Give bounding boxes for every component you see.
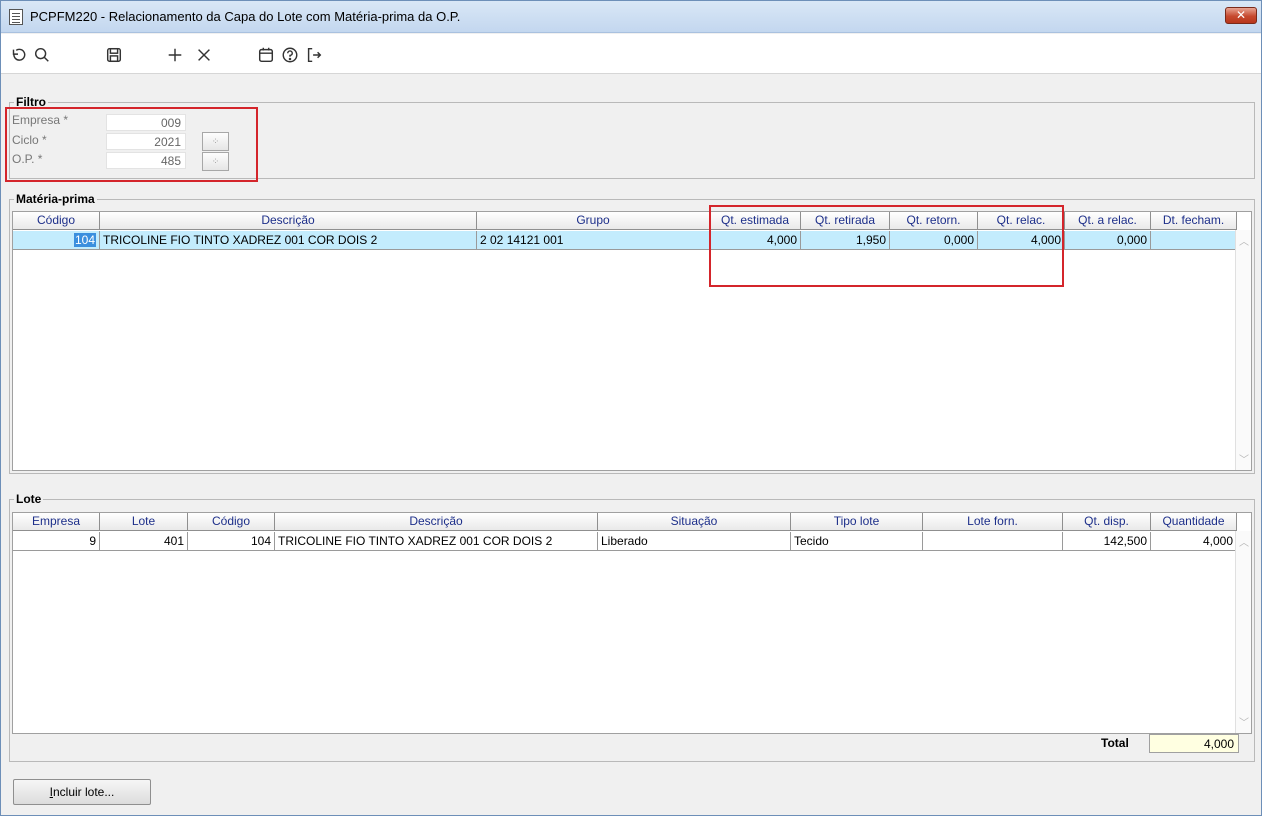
- col-tipo-lote[interactable]: Tipo lote: [791, 513, 923, 531]
- materia-prima-legend: Matéria-prima: [14, 192, 97, 206]
- main-window: PCPFM220 - Relacionamento da Capa do Lot…: [0, 0, 1262, 816]
- cell-quantidade[interactable]: 4,000: [1151, 532, 1237, 551]
- cell-dt-fecham[interactable]: [1151, 231, 1237, 250]
- cell-situacao[interactable]: Liberado: [598, 532, 791, 551]
- window-title: PCPFM220 - Relacionamento da Capa do Lot…: [30, 9, 461, 24]
- col-lote-forn[interactable]: Lote forn.: [923, 513, 1063, 531]
- total-value: 4,000: [1149, 734, 1239, 753]
- col-quantidade[interactable]: Quantidade: [1151, 513, 1237, 531]
- incluir-lote-label: ncluir lote...: [52, 785, 115, 799]
- scroll-down-icon[interactable]: ﹀: [1239, 714, 1249, 729]
- col-qt-disp[interactable]: Qt. disp.: [1063, 513, 1151, 531]
- col-empresa[interactable]: Empresa: [13, 513, 100, 531]
- search-icon[interactable]: [31, 44, 53, 66]
- incluir-lote-button[interactable]: Incluir lote...: [13, 779, 151, 805]
- col-situacao[interactable]: Situação: [598, 513, 791, 531]
- col-qt-a-relac[interactable]: Qt. a relac.: [1065, 212, 1151, 230]
- col-codigo[interactable]: Código: [13, 212, 100, 230]
- toolbar: [1, 34, 1261, 74]
- cell-codigo[interactable]: 104: [188, 532, 275, 551]
- cell-codigo[interactable]: 104: [13, 231, 100, 250]
- cell-empresa[interactable]: 9: [13, 532, 100, 551]
- filter-highlight-box: [5, 107, 258, 182]
- codigo-value: 104: [73, 233, 96, 247]
- materia-prima-group: Matéria-prima Código Descrição Grupo Qt.…: [9, 192, 1255, 474]
- scroll-up-icon[interactable]: ︿: [1239, 233, 1249, 248]
- lote-group: Lote Empresa Lote Código Descrição Situa…: [9, 492, 1255, 762]
- cell-qt-a-relac[interactable]: 0,000: [1065, 231, 1151, 250]
- scroll-up-icon[interactable]: ︿: [1239, 534, 1249, 549]
- quantities-highlight-box: [709, 205, 1064, 287]
- help-icon[interactable]: [279, 44, 301, 66]
- cell-lote-forn[interactable]: [923, 532, 1063, 551]
- cell-descricao[interactable]: TRICOLINE FIO TINTO XADREZ 001 COR DOIS …: [100, 231, 477, 250]
- title-bar: PCPFM220 - Relacionamento da Capa do Lot…: [1, 1, 1261, 33]
- save-icon[interactable]: [103, 44, 125, 66]
- cell-grupo[interactable]: 2 02 14121 001: [477, 231, 710, 250]
- exit-icon[interactable]: [303, 44, 325, 66]
- col-descricao[interactable]: Descrição: [275, 513, 598, 531]
- col-codigo[interactable]: Código: [188, 513, 275, 531]
- col-grupo[interactable]: Grupo: [477, 212, 710, 230]
- undo-icon[interactable]: [7, 44, 29, 66]
- add-icon[interactable]: [164, 44, 186, 66]
- col-dt-fecham[interactable]: Dt. fecham.: [1151, 212, 1237, 230]
- lote-legend: Lote: [14, 492, 44, 506]
- scroll-down-icon[interactable]: ﹀: [1239, 451, 1249, 466]
- cell-lote[interactable]: 401: [100, 532, 188, 551]
- materia-prima-grid: Código Descrição Grupo Qt. estimada Qt. …: [12, 211, 1252, 471]
- cell-qt-disp[interactable]: 142,500: [1063, 532, 1151, 551]
- total-label: Total: [1101, 736, 1129, 750]
- materia-prima-scrollbar[interactable]: ︿ ﹀: [1235, 230, 1251, 470]
- calendar-icon[interactable]: [255, 44, 277, 66]
- delete-icon[interactable]: [193, 44, 215, 66]
- document-icon: [9, 9, 23, 25]
- col-lote[interactable]: Lote: [100, 513, 188, 531]
- col-descricao[interactable]: Descrição: [100, 212, 477, 230]
- lote-grid: Empresa Lote Código Descrição Situação T…: [12, 512, 1252, 734]
- cell-tipo-lote[interactable]: Tecido: [791, 532, 923, 551]
- lote-scrollbar[interactable]: ︿ ﹀: [1235, 531, 1251, 733]
- close-button[interactable]: ✕: [1225, 7, 1257, 24]
- cell-descricao[interactable]: TRICOLINE FIO TINTO XADREZ 001 COR DOIS …: [275, 532, 598, 551]
